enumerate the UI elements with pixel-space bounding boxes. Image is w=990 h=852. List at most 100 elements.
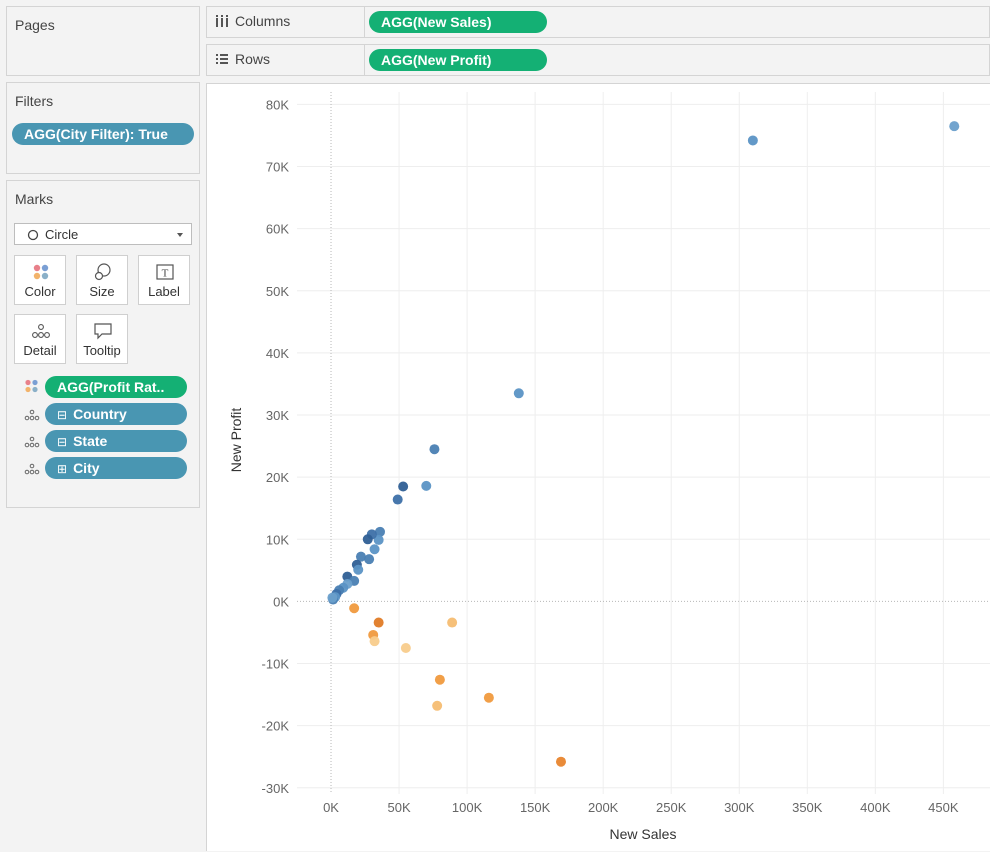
data-point[interactable] xyxy=(483,692,494,703)
marks-title: Marks xyxy=(15,191,54,207)
x-axis-ticks: 0K 50K 100K 150K 200K 250K 300K 350K 400K 450K xyxy=(323,800,959,815)
x-tick-label: 200K xyxy=(588,800,619,815)
y-tick-label: 10K xyxy=(266,532,289,547)
y-tick-label: 50K xyxy=(266,284,289,299)
size-button-label: Size xyxy=(89,284,115,299)
data-point[interactable] xyxy=(429,444,440,455)
x-tick-label: 450K xyxy=(928,800,959,815)
color-icon xyxy=(33,264,49,280)
field-label: Country xyxy=(73,406,127,422)
y-tick-label: 20K xyxy=(266,470,289,485)
detail-icon xyxy=(24,436,40,448)
left-sidebar-filler xyxy=(0,508,205,851)
data-point[interactable] xyxy=(747,135,758,146)
data-point[interactable] xyxy=(555,756,566,767)
filter-pill[interactable]: AGG(City Filter): True xyxy=(12,123,194,145)
columns-label: Columns xyxy=(235,13,291,29)
y-tick-label: 80K xyxy=(266,97,289,112)
x-tick-label: 100K xyxy=(452,800,483,815)
filters-panel: Filters AGG(City Filter): True xyxy=(6,82,200,174)
rows-label-area: Rows xyxy=(207,45,365,75)
data-point[interactable] xyxy=(513,388,524,399)
collapse-icon: ⊟ xyxy=(57,408,68,422)
size-icon xyxy=(94,263,111,281)
data-point[interactable] xyxy=(447,617,458,628)
marks-panel: Marks Circle Color Size T Label Detail T… xyxy=(6,180,200,508)
y-tick-label: 70K xyxy=(266,160,289,175)
field-pill-country[interactable]: ⊟ Country xyxy=(45,403,187,425)
data-point[interactable] xyxy=(364,554,375,565)
label-button[interactable]: T Label xyxy=(138,255,190,305)
data-point[interactable] xyxy=(353,564,364,575)
data-point[interactable] xyxy=(362,534,373,545)
color-icon xyxy=(25,379,38,393)
x-tick-label: 400K xyxy=(860,800,891,815)
data-point[interactable] xyxy=(400,643,411,654)
y-tick-label: -10K xyxy=(262,657,290,672)
data-point[interactable] xyxy=(398,481,409,492)
size-button[interactable]: Size xyxy=(76,255,128,305)
y-gridlines xyxy=(297,103,990,789)
data-point[interactable] xyxy=(421,480,432,491)
x-axis-title: New Sales xyxy=(610,826,677,842)
x-tick-label: 300K xyxy=(724,800,755,815)
data-point[interactable] xyxy=(373,617,384,628)
y-tick-label: 0K xyxy=(273,594,289,609)
rows-icon xyxy=(216,54,228,64)
zero-lines xyxy=(297,92,990,794)
color-button-label: Color xyxy=(24,284,56,299)
detail-button-label: Detail xyxy=(23,343,57,358)
y-axis-ticks: -30K -20K -10K 0K 10K 20K 30K 40K 50K 60K 70K 80K xyxy=(262,97,290,795)
y-tick-label: -20K xyxy=(262,719,290,734)
scatter-chart[interactable]: 0K 50K 100K 150K 200K 250K 300K 350K 400K 450K -3… xyxy=(207,84,990,852)
data-point[interactable] xyxy=(349,603,360,614)
columns-icon xyxy=(216,15,228,27)
svg-text:T: T xyxy=(162,268,169,280)
y-tick-label: 30K xyxy=(266,408,289,423)
columns-pill[interactable]: AGG(New Sales) xyxy=(369,11,547,33)
data-point[interactable] xyxy=(432,700,443,711)
label-button-label: Label xyxy=(148,284,180,299)
data-point[interactable] xyxy=(327,592,338,603)
data-points[interactable] xyxy=(327,121,960,767)
chevron-down-icon xyxy=(177,233,183,237)
rows-label: Rows xyxy=(235,51,271,67)
x-tick-label: 150K xyxy=(520,800,551,815)
mark-type-dropdown[interactable]: Circle xyxy=(14,223,192,245)
mark-type-value: Circle xyxy=(45,227,79,242)
detail-button[interactable]: Detail xyxy=(14,314,66,364)
x-gridlines xyxy=(398,92,944,794)
circle-icon xyxy=(27,229,39,241)
field-label: City xyxy=(73,460,100,476)
y-tick-label: 40K xyxy=(266,346,289,361)
field-pill-state[interactable]: ⊟ State xyxy=(45,430,187,452)
data-point[interactable] xyxy=(434,674,445,685)
x-tick-label: 250K xyxy=(656,800,687,815)
detail-icon xyxy=(24,463,40,475)
y-axis-title: New Profit xyxy=(228,408,244,473)
columns-shelf[interactable]: Columns AGG(New Sales) xyxy=(206,6,990,38)
rows-pill[interactable]: AGG(New Profit) xyxy=(369,49,547,71)
expand-icon: ⊞ xyxy=(57,462,68,476)
detail-icon xyxy=(24,409,40,421)
field-pill-city[interactable]: ⊞ City xyxy=(45,457,187,479)
rows-shelf[interactable]: Rows AGG(New Profit) xyxy=(206,44,990,76)
text-label-icon: T xyxy=(156,264,174,280)
collapse-icon: ⊟ xyxy=(57,435,68,449)
x-tick-label: 350K xyxy=(792,800,823,815)
color-button[interactable]: Color xyxy=(14,255,66,305)
y-tick-label: 60K xyxy=(266,222,289,237)
data-point[interactable] xyxy=(369,544,380,555)
data-point[interactable] xyxy=(392,494,403,505)
data-point[interactable] xyxy=(949,121,960,132)
y-tick-label: -30K xyxy=(262,781,290,796)
field-pill-profit-ratio[interactable]: AGG(Profit Rat.. xyxy=(45,376,187,398)
data-point[interactable] xyxy=(369,636,380,647)
pages-panel: Pages xyxy=(6,6,200,76)
filters-title: Filters xyxy=(15,93,54,109)
tooltip-button[interactable]: Tooltip xyxy=(76,314,128,364)
x-tick-label: 0K xyxy=(323,800,339,815)
x-tick-label: 50K xyxy=(387,800,410,815)
detail-icon xyxy=(32,324,50,338)
scatter-plot-view[interactable]: 0K 50K 100K 150K 200K 250K 300K 350K 400K 450K -3… xyxy=(206,83,990,851)
